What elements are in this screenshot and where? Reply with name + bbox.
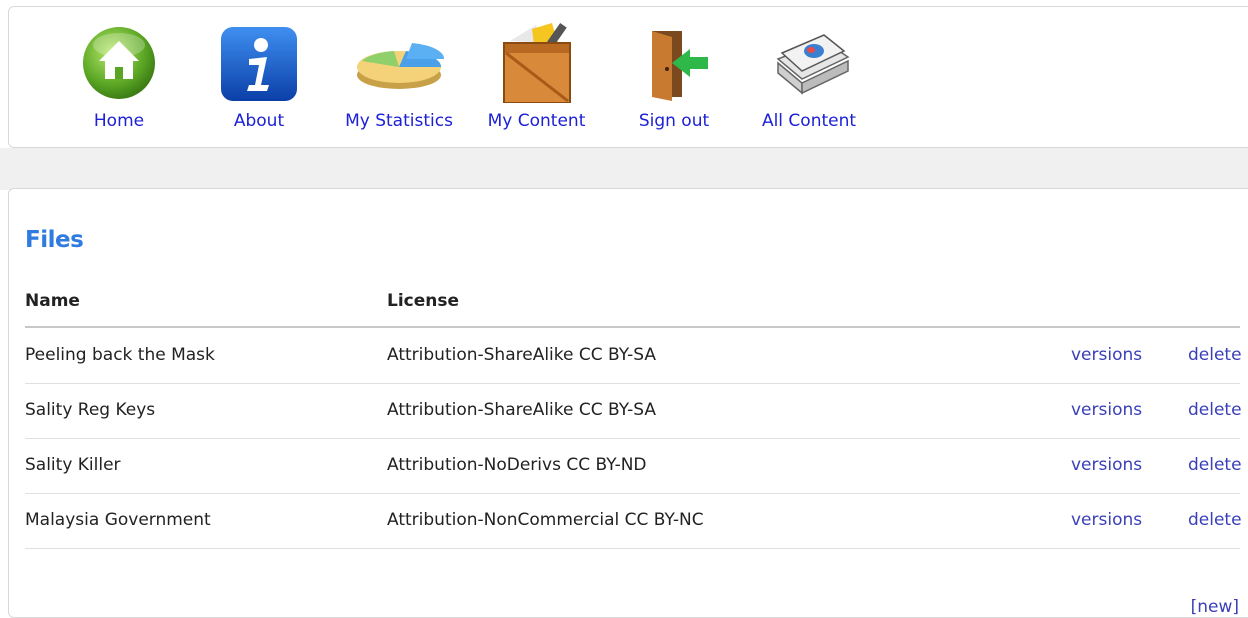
file-license: Attribution-ShareAlike CC BY-SA xyxy=(387,345,656,365)
file-name: Sality Killer xyxy=(25,455,121,475)
file-license: Attribution-NonCommercial CC BY-NC xyxy=(387,510,704,530)
delete-link[interactable]: delete xyxy=(1188,455,1242,475)
header-separator-band xyxy=(0,148,1248,190)
versions-link[interactable]: versions xyxy=(1071,455,1142,475)
nav-about[interactable]: About xyxy=(219,7,299,149)
nav-my-content-label: My Content xyxy=(487,111,586,131)
files-panel: Files Name License Peeling back the Mask… xyxy=(8,188,1248,618)
pie-chart-icon xyxy=(354,23,444,103)
top-navigation: Home About My Statistics My Content Sign… xyxy=(8,6,1248,148)
column-header-name: Name xyxy=(25,291,80,311)
content-box-icon xyxy=(492,23,582,103)
table-row: Sality Reg Keys Attribution-ShareAlike C… xyxy=(25,383,1242,439)
table-row: Malaysia Government Attribution-NonComme… xyxy=(25,493,1242,549)
sign-out-door-icon xyxy=(629,23,719,103)
delete-link[interactable]: delete xyxy=(1188,400,1242,420)
table-row: Peeling back the Mask Attribution-ShareA… xyxy=(25,328,1242,384)
versions-link[interactable]: versions xyxy=(1071,400,1142,420)
nav-home-label: Home xyxy=(93,111,145,131)
delete-link[interactable]: delete xyxy=(1188,345,1242,365)
versions-link[interactable]: versions xyxy=(1071,510,1142,530)
file-license: Attribution-NoDerivs CC BY-ND xyxy=(387,455,647,475)
delete-link[interactable]: delete xyxy=(1188,510,1242,530)
nav-all-content[interactable]: All Content xyxy=(749,7,869,149)
nav-about-label: About xyxy=(233,111,285,131)
nav-all-content-label: All Content xyxy=(761,111,857,131)
file-name: Peeling back the Mask xyxy=(25,345,215,365)
nav-sign-out-label: Sign out xyxy=(638,111,710,131)
files-title: Files xyxy=(25,227,84,253)
new-file-link[interactable]: [new] xyxy=(1191,597,1239,617)
nav-my-statistics-label: My Statistics xyxy=(345,111,453,131)
home-icon xyxy=(74,23,164,103)
nav-home[interactable]: Home xyxy=(79,7,159,149)
file-license: Attribution-ShareAlike CC BY-SA xyxy=(387,400,656,420)
info-icon xyxy=(214,23,304,103)
versions-link[interactable]: versions xyxy=(1071,345,1142,365)
nav-my-content[interactable]: My Content xyxy=(479,7,594,149)
table-row: Sality Killer Attribution-NoDerivs CC BY… xyxy=(25,438,1242,494)
nav-sign-out[interactable]: Sign out xyxy=(629,7,719,149)
file-name: Sality Reg Keys xyxy=(25,400,156,420)
file-name: Malaysia Government xyxy=(25,510,211,530)
document-stack-icon xyxy=(764,23,854,103)
column-header-license: License xyxy=(387,291,460,311)
nav-my-statistics[interactable]: My Statistics xyxy=(339,7,459,149)
